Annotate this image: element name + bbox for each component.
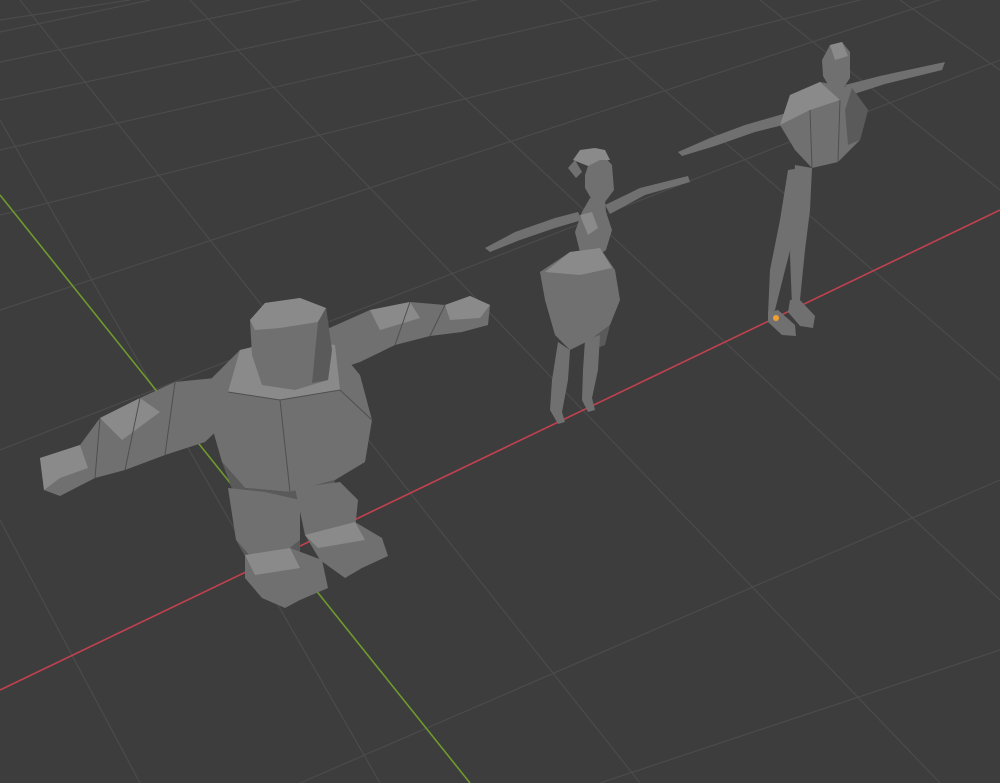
3d-viewport[interactable] (0, 0, 1000, 783)
viewport-canvas[interactable] (0, 0, 1000, 783)
origin-marker (773, 315, 779, 321)
